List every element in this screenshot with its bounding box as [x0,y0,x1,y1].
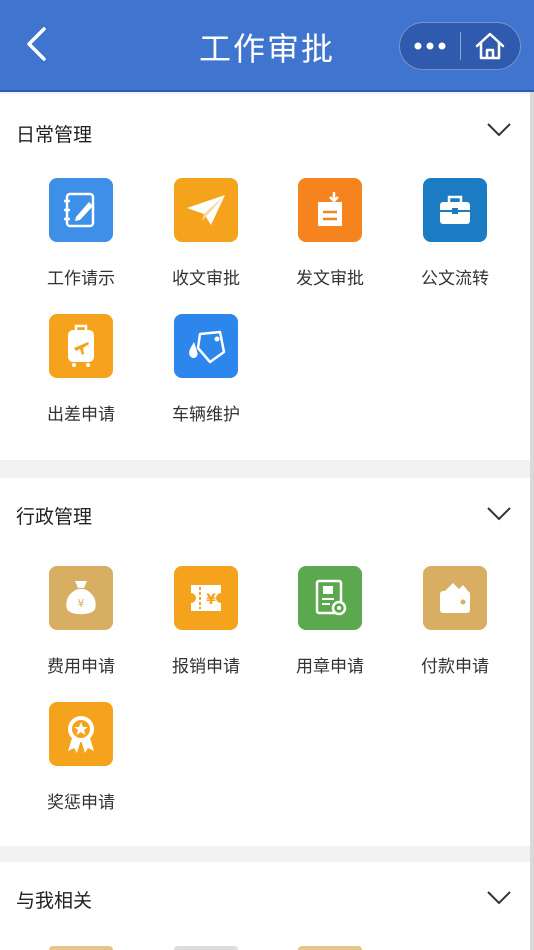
app-label: 奖惩申请 [47,793,115,813]
section-daily-management: 日常管理 工作请示 收文审批 发文审批 公文流转 出差申请 车辆维护 [0,94,530,460]
section-title: 日常管理 [16,124,93,146]
app-payment-request[interactable]: 付款申请 [393,566,517,692]
section-title: 行政管理 [16,506,93,528]
briefcase-icon [423,178,487,242]
notebook-pen-icon [49,178,113,242]
section-title: 与我相关 [16,890,93,912]
app-header: 工作审批 [0,0,534,92]
section-admin-management: 行政管理 ¥ 费用申请 ¥ 报销申请 用章申请 付款申请 奖惩申请 [0,478,530,846]
home-icon [475,32,505,60]
mini-program-capsule [399,22,521,70]
section-header[interactable]: 日常管理 [0,94,530,166]
money-bag-icon: ¥ [49,566,113,630]
svg-text:¥: ¥ [206,592,216,608]
app-work-request[interactable]: 工作请示 [19,178,143,304]
wallet-icon [423,566,487,630]
scrollbar[interactable] [530,92,534,950]
app-doc-circulation[interactable]: 公文流转 [393,178,517,304]
app-seal-request[interactable]: 用章申请 [268,566,392,692]
app-expense-request[interactable]: ¥ 费用申请 [19,566,143,692]
award-ribbon-icon [49,702,113,766]
app-business-trip-request[interactable]: 出差申请 [19,314,143,440]
svg-text:¥: ¥ [78,597,85,610]
receipt-yen-icon: ¥ [174,566,238,630]
more-dots-icon [414,42,446,50]
app-label: 公文流转 [421,269,489,289]
app-label: 出差申请 [47,405,115,425]
app-label: 费用申请 [47,657,115,677]
app-label: 发文审批 [296,269,364,289]
app-label: 报销申请 [172,657,240,677]
app-incoming-doc-approval[interactable]: 收文审批 [144,178,268,304]
chevron-down-icon[interactable] [486,886,512,908]
app-label: 工作请示 [47,269,115,289]
home-button[interactable] [460,23,520,69]
partial-tile [298,946,362,950]
partial-tile [174,946,238,950]
chevron-down-icon[interactable] [486,118,512,140]
luggage-plane-icon [49,314,113,378]
section-related-to-me: 与我相关 [0,862,530,950]
paper-plane-icon [174,178,238,242]
more-button[interactable] [400,23,460,69]
stamp-certificate-icon [298,566,362,630]
partial-tile [49,946,113,950]
document-download-icon [298,178,362,242]
tag-drop-icon [174,314,238,378]
app-reward-punishment-request[interactable]: 奖惩申请 [19,702,143,828]
chevron-down-icon[interactable] [486,502,512,524]
section-header[interactable]: 与我相关 [0,862,530,934]
section-header[interactable]: 行政管理 [0,478,530,550]
app-reimbursement-request[interactable]: ¥ 报销申请 [144,566,268,692]
app-label: 付款申请 [421,657,489,677]
app-label: 车辆维护 [172,405,240,425]
app-vehicle-maintenance[interactable]: 车辆维护 [144,314,268,440]
app-outgoing-doc-approval[interactable]: 发文审批 [268,178,392,304]
app-label: 收文审批 [172,269,240,289]
app-label: 用章申请 [296,657,364,677]
